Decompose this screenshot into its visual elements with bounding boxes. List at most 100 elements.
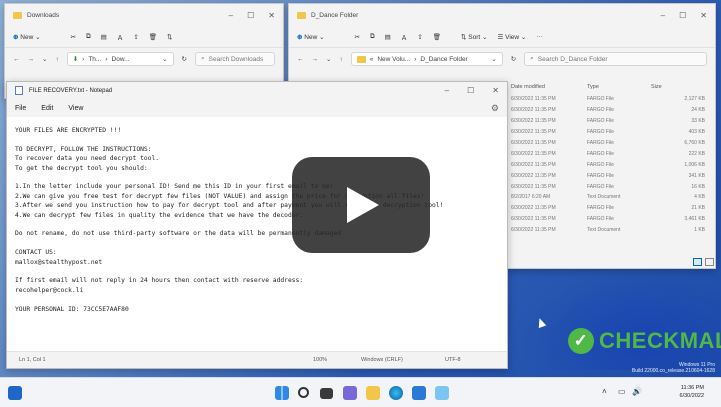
breadcrumb-part[interactable]: D_Dance Folder <box>420 56 467 63</box>
video-play-button[interactable] <box>292 157 430 253</box>
menu-edit[interactable]: Edit <box>41 105 53 112</box>
chat-icon[interactable] <box>343 386 357 400</box>
column-size[interactable]: Size <box>651 84 705 90</box>
forward-icon[interactable]: → <box>312 56 319 63</box>
share-icon[interactable]: ⇪ <box>417 33 422 41</box>
more-icon[interactable]: ··· <box>536 33 543 40</box>
file-explorer-icon[interactable] <box>366 386 380 400</box>
file-row[interactable]: 6/30/2022 11:35 PM FARGO File 6,760 KB <box>511 138 715 149</box>
close-icon[interactable]: ✕ <box>492 86 499 95</box>
notepad-titlebar[interactable]: FILE RECOVERY.txt - Notepad – ☐ ✕ <box>7 82 507 99</box>
store-icon[interactable] <box>412 386 426 400</box>
menu-file[interactable]: File <box>15 105 26 112</box>
sort-button[interactable]: ⇅ Sort ⌄ <box>461 33 487 41</box>
share-icon[interactable]: ⇪ <box>133 33 138 41</box>
volume-icon[interactable]: 🔊 <box>632 387 642 396</box>
file-row[interactable]: 6/30/2022 11:35 PM FARGO File 1,006 KB <box>511 159 715 170</box>
file-row[interactable]: 8/2/2017 6:20 AM Text Document 4 KB <box>511 192 715 203</box>
maximize-icon[interactable]: ☐ <box>679 11 686 20</box>
up-icon[interactable]: ↑ <box>339 56 342 63</box>
rename-icon[interactable]: Ａ <box>401 32 408 42</box>
edge-icon[interactable] <box>389 386 403 400</box>
plus-icon: ⊕ <box>13 33 19 41</box>
new-button[interactable]: ⊕ New ⌄ <box>13 33 41 41</box>
start-icon[interactable] <box>275 386 289 400</box>
new-label: New <box>20 33 34 41</box>
file-row[interactable]: 6/30/2022 11:35 PM FARGO File 33 KB <box>511 116 715 127</box>
file-date: 8/2/2017 6:20 AM <box>511 194 551 201</box>
view-button[interactable]: ☰ View ⌄ <box>497 33 526 41</box>
new-label: New <box>304 33 318 41</box>
paste-icon[interactable]: ▤ <box>385 33 391 41</box>
file-row[interactable]: 6/30/2022 11:35 PM FARGO File 24 KB <box>511 105 715 116</box>
maximize-icon[interactable]: ☐ <box>247 11 254 20</box>
column-date-modified[interactable]: Date modified <box>511 84 587 90</box>
recent-icon[interactable]: ⌄ <box>326 55 331 63</box>
paste-icon[interactable]: ▤ <box>101 33 107 41</box>
copy-icon[interactable]: ⧉ <box>86 33 91 41</box>
tray-chevron-icon[interactable]: ˄ <box>602 387 607 396</box>
notepad-taskbar-icon[interactable] <box>435 386 449 400</box>
delete-icon[interactable]: 🗑 <box>149 33 157 41</box>
notepad-menubar: File Edit View ⚙ <box>7 99 507 117</box>
dance-address-bar[interactable]: « New Volu... › D_Dance Folder ⌄ <box>350 52 503 66</box>
sort-icon[interactable]: ⇅ <box>167 33 172 41</box>
forward-icon[interactable]: → <box>28 56 35 63</box>
network-icon[interactable]: ▭ <box>618 387 626 396</box>
text-line: mallox@stealthypost.net <box>15 258 103 266</box>
file-size: 24 KB <box>691 107 705 114</box>
rename-icon[interactable]: Ａ <box>117 32 124 42</box>
file-row[interactable]: 6/30/2022 11:35 PM FARGO File 2,127 KB <box>511 94 715 105</box>
cut-icon[interactable]: ✂ <box>355 33 360 41</box>
notepad-icon <box>15 86 23 95</box>
file-row[interactable]: 6/30/2022 11:35 PM FARGO File 3,461 KB <box>511 214 715 225</box>
breadcrumb-part[interactable]: Th... <box>88 56 101 63</box>
dance-search[interactable]: ⌕ Search D_Dance Folder <box>524 52 707 66</box>
recent-icon[interactable]: ⌄ <box>42 55 47 63</box>
widgets-icon[interactable] <box>8 386 22 400</box>
close-icon[interactable]: ✕ <box>700 11 707 20</box>
delete-icon[interactable]: 🗑 <box>433 33 441 41</box>
cut-icon[interactable]: ✂ <box>71 33 76 41</box>
text-line: If first email will not reply in 24 hour… <box>15 277 304 285</box>
up-icon[interactable]: ↑ <box>55 56 58 63</box>
file-row[interactable]: 6/30/2022 11:35 PM FARGO File 222 KB <box>511 148 715 159</box>
search-taskbar-icon[interactable] <box>298 387 309 398</box>
file-row[interactable]: 6/30/2022 11:35 PM FARGO File 341 KB <box>511 170 715 181</box>
file-date: 6/30/2022 11:35 PM <box>511 183 556 190</box>
back-icon[interactable]: ← <box>13 56 20 63</box>
file-row[interactable]: 6/30/2022 11:35 PM FARGO File 403 KB <box>511 127 715 138</box>
downloads-titlebar[interactable]: Downloads – ☐ ✕ <box>5 4 283 26</box>
menu-view[interactable]: View <box>68 105 83 112</box>
tiles-view-icon[interactable] <box>705 258 714 266</box>
watermark-text: CHECKMAL <box>599 328 721 353</box>
downloads-search[interactable]: ⌕ Search Downloads <box>195 52 275 66</box>
text-line: recohelper@cock.li <box>15 286 84 294</box>
settings-icon[interactable]: ⚙ <box>491 103 499 114</box>
task-view-icon[interactable] <box>320 388 333 399</box>
refresh-icon[interactable]: ↻ <box>182 55 187 63</box>
refresh-icon[interactable]: ↻ <box>511 55 516 63</box>
clock[interactable]: 11:36 PM 6/30/2022 <box>664 384 704 400</box>
breadcrumb-part[interactable]: Dow... <box>112 56 130 63</box>
copy-icon[interactable]: ⧉ <box>370 33 375 41</box>
maximize-icon[interactable]: ☐ <box>467 86 474 95</box>
back-icon[interactable]: ← <box>297 56 304 63</box>
downloads-address-bar[interactable]: ⬇ › Th... › Dow... ⌄ <box>66 52 174 66</box>
file-date: 6/30/2022 11:35 PM <box>511 107 556 114</box>
notepad-window[interactable]: FILE RECOVERY.txt - Notepad – ☐ ✕ File Edi… <box>6 81 508 369</box>
column-type[interactable]: Type <box>587 84 651 90</box>
breadcrumb-part[interactable]: New Volu... <box>377 56 410 63</box>
file-size: 3,461 KB <box>684 216 705 223</box>
new-button[interactable]: ⊕ New ⌄ <box>297 33 325 41</box>
close-icon[interactable]: ✕ <box>268 11 275 20</box>
details-view-icon[interactable] <box>693 258 702 266</box>
file-row[interactable]: 6/30/2022 11:35 PM FARGO File 16 KB <box>511 181 715 192</box>
minimize-icon[interactable]: – <box>229 11 233 20</box>
minimize-icon[interactable]: – <box>445 86 449 95</box>
minimize-icon[interactable]: – <box>661 11 665 20</box>
file-row[interactable]: 6/30/2022 11:35 PM FARGO File 21 KB <box>511 203 715 214</box>
downloads-toolbar: ⊕ New ⌄ ✂ ⧉ ▤ Ａ ⇪ 🗑 ⇅ <box>5 26 283 48</box>
file-row[interactable]: 6/30/2022 11:35 PM Text Document 1 KB <box>511 225 715 236</box>
dance-titlebar[interactable]: D_Dance Folder – ☐ ✕ <box>289 4 715 26</box>
